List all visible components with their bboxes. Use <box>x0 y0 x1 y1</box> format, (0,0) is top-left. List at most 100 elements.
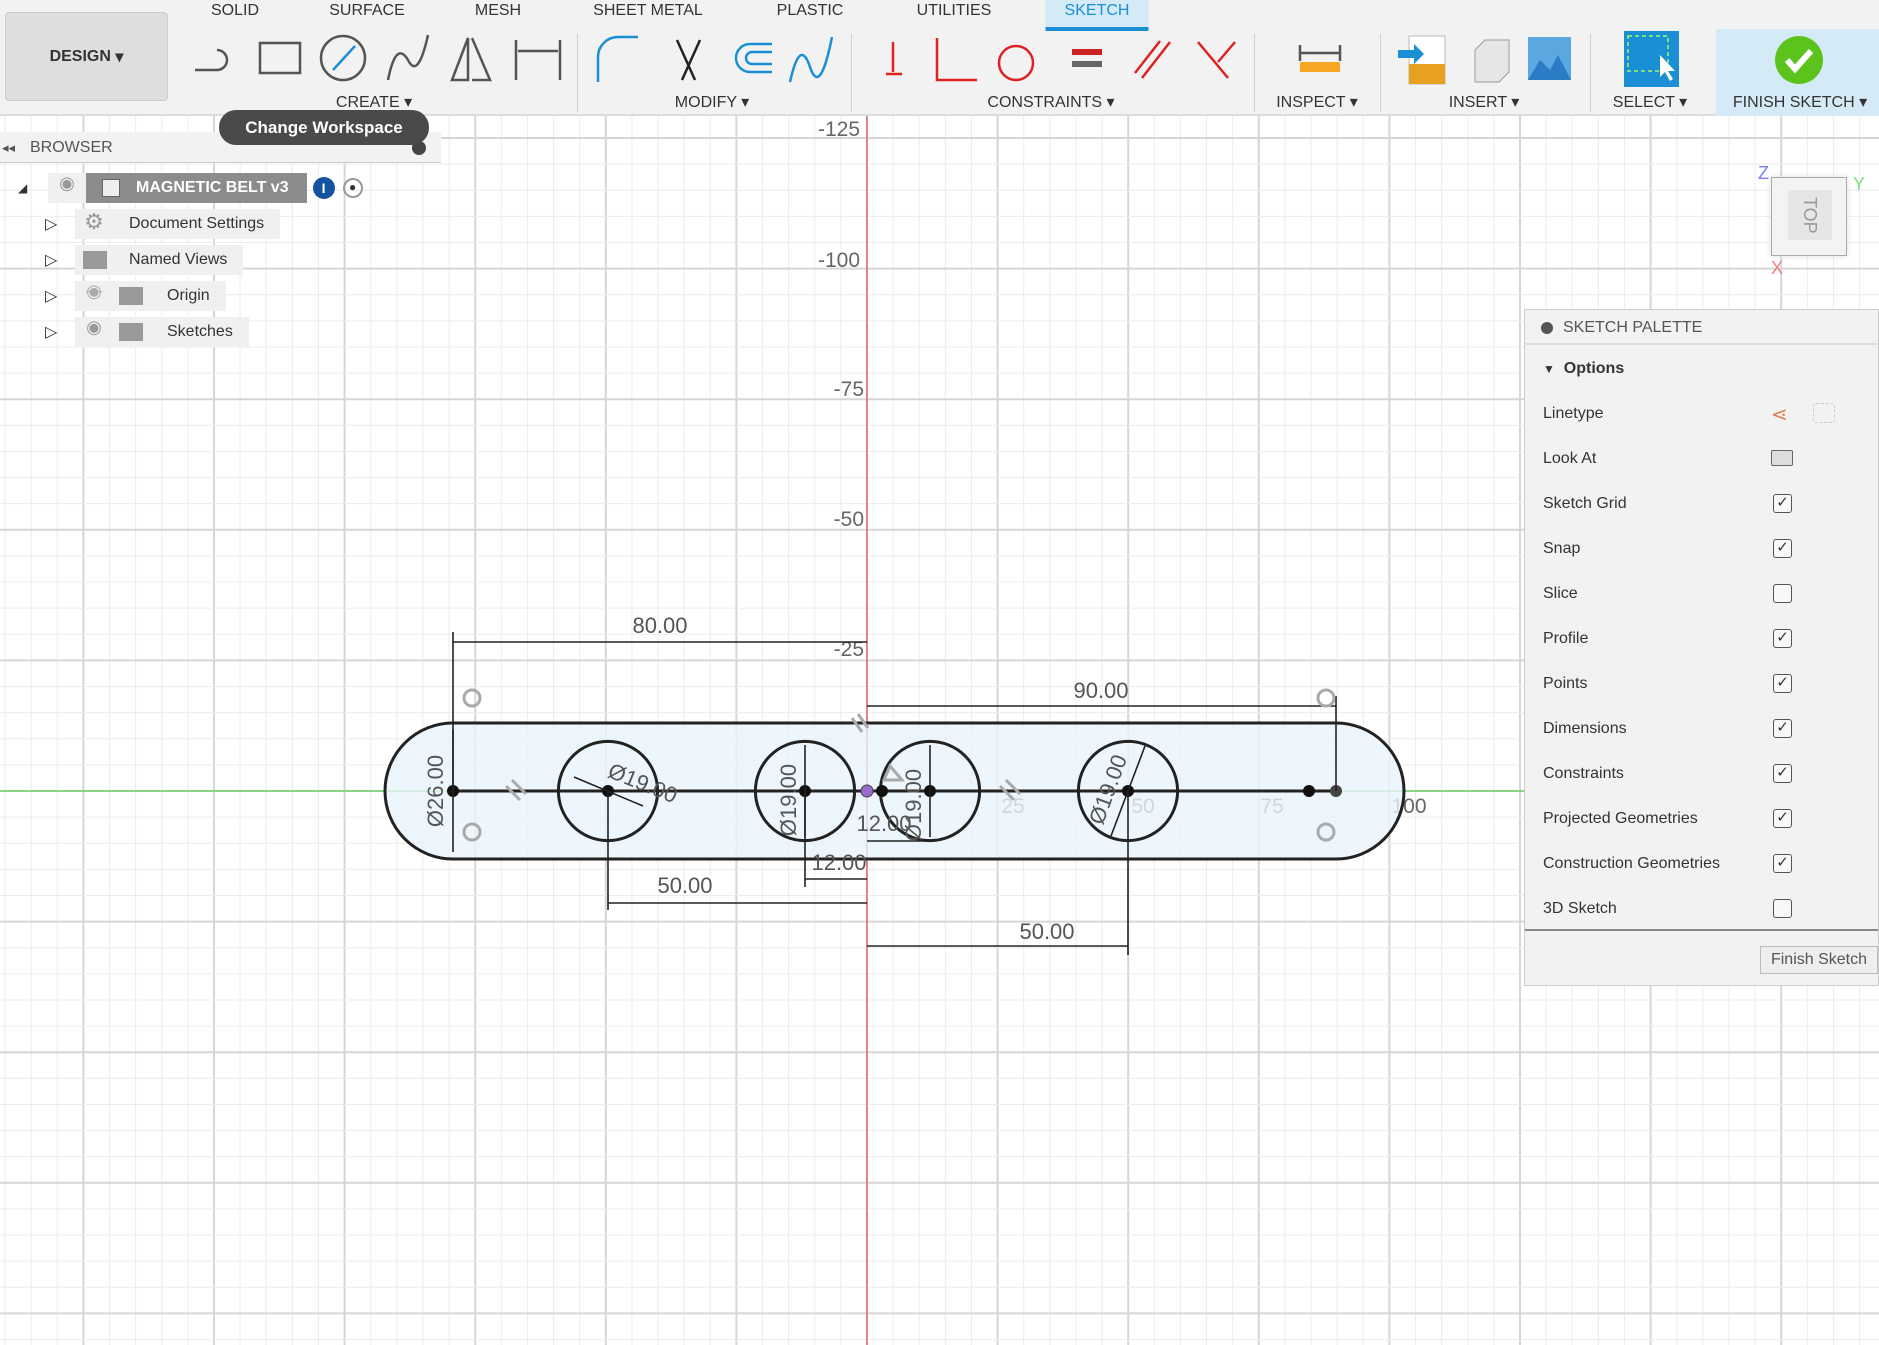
centerline-linetype-icon[interactable] <box>1813 403 1835 423</box>
finish-sketch-label: FINISH SKETCH <box>1732 94 1855 111</box>
option-checkbox[interactable]: ✓ <box>1773 764 1792 783</box>
palette-title: SKETCH PALETTE <box>1563 319 1703 336</box>
extend-tool-icon[interactable] <box>788 36 834 83</box>
option-constraints: Constraints ✓ <box>1543 764 1873 783</box>
select-menu[interactable]: SELECT ▾ <box>1613 92 1687 112</box>
expand-icon[interactable]: ▷ <box>45 250 75 270</box>
tree-root[interactable]: ◢ ◉ MAGNETIC BELT v3 I ● <box>18 173 363 203</box>
trim-tool-icon[interactable] <box>675 39 702 81</box>
construction-linetype-icon[interactable]: ⋖ <box>1771 402 1788 427</box>
option-checkbox[interactable]: ✓ <box>1773 539 1792 558</box>
options-section[interactable]: ▼ Options <box>1543 360 1624 378</box>
measure-icon[interactable] <box>1298 45 1342 61</box>
mirror-tool-icon[interactable] <box>450 37 492 82</box>
dimension-50-right[interactable]: 50.00 <box>1019 919 1074 944</box>
option-projected-geometries: Projected Geometries ✓ <box>1543 809 1873 828</box>
option-slice: Slice <box>1543 584 1873 603</box>
look-at-icon[interactable] <box>1771 450 1793 466</box>
option-3d-sketch: 3D Sketch <box>1543 899 1873 918</box>
option-label: Constraints <box>1543 765 1624 782</box>
expand-icon[interactable]: ▷ <box>45 214 75 234</box>
linetype-label: Linetype <box>1543 405 1604 422</box>
spline-tool-icon[interactable] <box>386 34 430 81</box>
tree-item-document-settings[interactable]: ▷ ⚙ Document Settings <box>45 209 281 239</box>
option-label: 3D Sketch <box>1543 900 1617 917</box>
collapse-browser-icon[interactable]: ◂◂ <box>2 132 15 163</box>
option-label: Points <box>1543 675 1588 692</box>
option-label: Profile <box>1543 630 1589 647</box>
option-checkbox[interactable]: ✓ <box>1773 809 1792 828</box>
separator <box>1590 34 1591 112</box>
coincident-constraint-icon[interactable] <box>1197 41 1236 79</box>
sketch-point[interactable] <box>876 785 888 797</box>
dimension-hole-diameter[interactable]: Ø19.00 <box>776 764 801 836</box>
option-checkbox[interactable] <box>1773 584 1792 603</box>
constraints-menu[interactable]: CONSTRAINTS ▾ <box>987 92 1114 112</box>
eye-hidden-icon[interactable]: ◉ <box>75 281 113 311</box>
browser-title: BROWSER <box>30 139 113 156</box>
tree-item-label: Origin <box>151 281 226 311</box>
tooltip: Change Workspace <box>219 110 429 145</box>
palette-collapse-icon[interactable] <box>1541 322 1553 334</box>
parallel-constraint-tool-icon[interactable] <box>1134 40 1171 79</box>
finish-sketch-button[interactable]: Finish Sketch <box>1760 946 1878 974</box>
expand-icon[interactable]: ▷ <box>45 322 75 342</box>
radio-icon[interactable]: ● <box>342 178 363 198</box>
finish-sketch-menu[interactable]: FINISH SKETCH ▾ <box>1733 92 1867 112</box>
rectangle-tool-icon[interactable] <box>258 41 302 75</box>
axis-label-y: Y <box>1853 174 1866 194</box>
inspect-menu[interactable]: INSPECT ▾ <box>1276 92 1358 112</box>
option-checkbox[interactable] <box>1773 899 1792 918</box>
viewcube[interactable]: TOP <box>1771 177 1847 256</box>
inspect-label: INSPECT <box>1276 94 1346 111</box>
option-checkbox[interactable]: ✓ <box>1773 719 1792 738</box>
dimension-hole-diameter[interactable]: Ø19.00 <box>901 769 926 841</box>
expand-icon[interactable]: ◢ <box>18 181 48 195</box>
dimension-80[interactable]: 80.00 <box>632 613 687 638</box>
constraints-label: CONSTRAINTS <box>987 94 1103 111</box>
tree-item-named-views[interactable]: ▷ Named Views <box>45 245 244 275</box>
line-tool-icon[interactable] <box>195 48 229 72</box>
gear-icon: ⚙ <box>75 209 113 239</box>
insert-mesh-icon[interactable] <box>1474 39 1510 83</box>
expand-icon[interactable]: ▷ <box>45 286 75 306</box>
dimension-tool-icon[interactable] <box>514 40 562 80</box>
eye-icon[interactable]: ◉ <box>48 173 86 203</box>
dimension-12-outer[interactable]: 12.00 <box>811 850 866 875</box>
insert-label: INSERT <box>1448 94 1507 111</box>
ruler-label: -125 <box>818 118 860 141</box>
look-at-row: Look At <box>1543 450 1873 468</box>
section-label: Options <box>1563 360 1625 377</box>
dimension-90[interactable]: 90.00 <box>1073 678 1128 703</box>
activate-icon[interactable]: I <box>312 177 335 199</box>
dimension-slot-diameter[interactable]: Ø26.00 <box>423 755 448 827</box>
ruler-label: -100 <box>818 249 860 272</box>
palette-header[interactable]: SKETCH PALETTE <box>1525 310 1878 345</box>
tree-item-label: Named Views <box>113 245 244 275</box>
fillet-tool-icon[interactable] <box>596 35 638 82</box>
viewcube-face-top[interactable]: TOP <box>1788 190 1832 240</box>
option-points: Points ✓ <box>1543 674 1873 693</box>
option-label: Sketch Grid <box>1543 495 1627 512</box>
create-menu[interactable]: CREATE ▾ <box>336 92 412 112</box>
option-checkbox[interactable]: ✓ <box>1773 674 1792 693</box>
insert-menu[interactable]: INSERT ▾ <box>1449 92 1520 112</box>
ruler-label: -75 <box>834 378 864 401</box>
tree-item-label: Sketches <box>151 317 249 347</box>
eye-icon[interactable]: ◉ <box>75 317 113 347</box>
perpendicular-constraint-icon[interactable] <box>935 38 977 82</box>
tree-item-origin[interactable]: ▷ ◉ Origin <box>45 281 226 311</box>
fix-constraint-icon[interactable] <box>886 42 902 76</box>
tree-item-sketches[interactable]: ▷ ◉ Sketches <box>45 317 249 347</box>
option-checkbox[interactable]: ✓ <box>1773 629 1792 648</box>
tangent-constraint-tool-icon[interactable] <box>997 44 1035 82</box>
sketch-point[interactable] <box>1303 785 1315 797</box>
option-checkbox[interactable]: ✓ <box>1773 494 1792 513</box>
dimension-50-left[interactable]: 50.00 <box>657 873 712 898</box>
origin-point[interactable] <box>860 784 874 798</box>
offset-tool-icon[interactable] <box>734 42 772 74</box>
modify-menu[interactable]: MODIFY ▾ <box>675 92 749 112</box>
option-checkbox[interactable]: ✓ <box>1773 854 1792 873</box>
ruler-icon <box>1300 62 1340 72</box>
select-label: SELECT <box>1612 94 1675 111</box>
